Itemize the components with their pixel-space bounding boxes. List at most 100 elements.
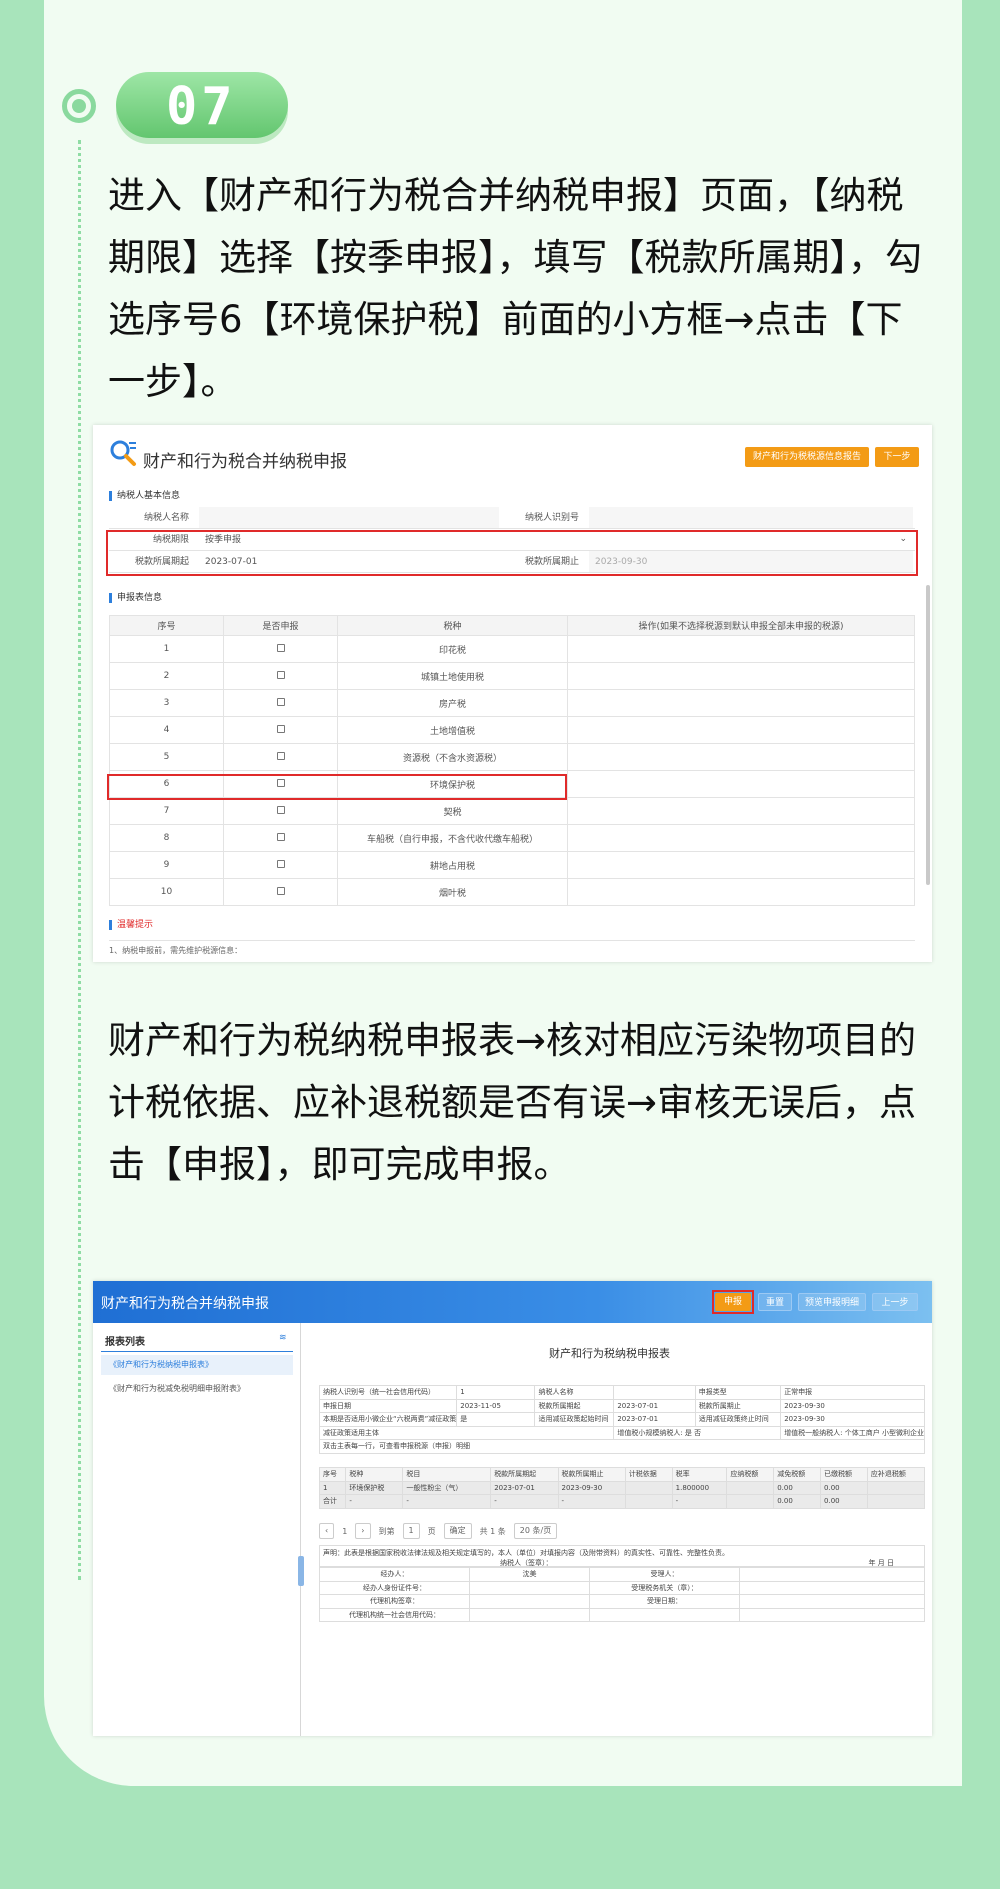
cell: 2023-07-01 [490, 1480, 559, 1495]
step-pill: 07 [116, 72, 288, 138]
header-cell: 税款所属期止 [557, 1467, 626, 1482]
declare-checkbox[interactable] [276, 643, 285, 652]
header-cell: 序号 [318, 1467, 347, 1482]
cell: 减征政策适用主体 [318, 1425, 615, 1440]
screenshot-declaration-form: 财产和行为税合并纳税申报 申报 重置 预览申报明细 上一步 报表列表 ≋ 《财产… [93, 1281, 932, 1736]
dotted-guide [78, 140, 81, 1580]
table-header: 序号 税种 税目 税款所属期起 税款所属期止 计税依据 税率 应纳税额 减免税额 已缴税额 应补退税… [318, 1467, 926, 1482]
collapse-handle[interactable] [298, 1556, 304, 1586]
cell: 申报类型 [694, 1385, 782, 1400]
header-cell: 税款所属期起 [490, 1467, 559, 1482]
declare-checkbox[interactable] [276, 886, 285, 895]
cell: 0.00 [820, 1480, 868, 1495]
tax-type-table: 序号 是否申报 税种 操作(如果不选择税源到默认申报全部未申报的税源) 1 印花税… [109, 615, 915, 906]
sidebar-item-main-form[interactable]: 《财产和行为税纳税申报表》 [101, 1355, 293, 1375]
row-no: 10 [109, 878, 224, 906]
reset-button[interactable]: 重置 [758, 1293, 792, 1311]
small-taxpayer-checkbox-group[interactable]: 增值税小规模纳税人: 是 否 [613, 1425, 782, 1440]
row-action [567, 824, 915, 852]
declare-checkbox[interactable] [276, 751, 285, 760]
tip-title: 温馨提示 [109, 920, 153, 930]
report-list-sidebar: 报表列表 ≋ 《财产和行为税纳税申报表》 《财产和行为税减免税明细申报附表》 [93, 1323, 301, 1736]
prev-step-button[interactable]: 上一步 [872, 1293, 918, 1311]
goto-label: 到第 [378, 1526, 395, 1536]
cell: 受理日期： [589, 1594, 740, 1609]
info-row: 减征政策适用主体 增值税小规模纳税人: 是 否 增值税一般纳税人: 个体工商户 … [318, 1425, 925, 1440]
declare-checkbox[interactable] [276, 670, 285, 679]
tax-source-report-button[interactable]: 财产和行为税税源信息报告 [745, 447, 869, 467]
table-row: 4 土地增值税 [109, 716, 915, 744]
sidebar-divider [101, 1351, 293, 1352]
declare-checkbox[interactable] [276, 859, 285, 868]
header-cell: 税种 [345, 1467, 404, 1482]
cell: 双击主表每一行，可查看申报税源（申报）明细 [319, 1439, 925, 1454]
step-number: 07 [166, 77, 237, 137]
cell: 纳税人名称 [534, 1385, 615, 1400]
cell: 一般性粉尘（气） [402, 1480, 492, 1495]
screenshot-declaration-setup: 财产和行为税合并纳税申报 财产和行为税税源信息报告 下一步 纳税人基本信息 纳税… [93, 425, 932, 962]
cell [726, 1494, 775, 1509]
cell: 1.800000 [671, 1480, 728, 1495]
header-cell: 应纳税额 [726, 1467, 775, 1482]
cell: 1 [456, 1385, 536, 1400]
page-input[interactable]: 1 [402, 1523, 420, 1539]
cell [866, 1494, 926, 1509]
row-tax: 城镇土地使用税 [337, 662, 568, 690]
declare-checkbox[interactable] [276, 805, 285, 814]
sign-row: 经办人身份证件号： 受理税务机关（章）： [319, 1580, 925, 1595]
row-checkbox-cell [223, 824, 338, 852]
info-row: 纳税人识别号（统一社会信用代码） 1 纳税人名称 申报类型 正常申报 [318, 1385, 925, 1400]
window-title: 财产和行为税合并纳税申报 [101, 1296, 269, 1312]
next-step-button[interactable]: 下一步 [875, 447, 919, 467]
row-action [567, 716, 915, 744]
cell [589, 1607, 740, 1622]
cell [624, 1494, 673, 1509]
current-page: 1 [342, 1526, 348, 1536]
general-taxpayer-checkbox-group[interactable]: 增值税一般纳税人: 个体工商户 小型微利企业 [780, 1425, 925, 1440]
name-field[interactable] [199, 507, 499, 528]
row-action [567, 689, 915, 717]
next-page-button[interactable]: › [355, 1523, 371, 1539]
row-no: 1 [109, 635, 224, 663]
instruction-paragraph-2: 财产和行为税纳税申报表→核对相应污染物项目的计税依据、应补退税额是否有误→审核无… [108, 1019, 917, 1186]
row-checkbox-cell [223, 743, 338, 771]
cell [739, 1567, 925, 1582]
cell: 代理机构统一社会信用代码： [319, 1607, 470, 1622]
cell: 适用减征政策终止时间 [694, 1412, 782, 1427]
cell [866, 1480, 926, 1495]
row-taxpayer: 纳税人名称 纳税人识别号 [109, 507, 915, 529]
confirm-page-button[interactable]: 确定 [443, 1523, 472, 1539]
header-no: 序号 [109, 615, 224, 636]
page-size-select[interactable]: 20 条/页 [513, 1523, 558, 1539]
id-field[interactable] [589, 507, 913, 528]
row-checkbox-cell [223, 689, 338, 717]
table-row: 3 房产税 [109, 689, 915, 717]
info-row: 申报日期 2023-11-05 税款所属期起 2023-07-01 税款所属期止 20… [318, 1398, 925, 1413]
total-count: 共 1 条 [479, 1526, 506, 1536]
signature-table: 经办人： 沈美 受理人： 经办人身份证件号： 受理税务机关（章）： 代理机构签章： 受理… [319, 1567, 925, 1622]
header-cell: 税目 [402, 1467, 492, 1482]
cell: 2023-07-01 [613, 1412, 696, 1427]
row-checkbox-cell [223, 851, 338, 879]
cell: 受理税务机关（章）： [589, 1580, 740, 1595]
declare-checkbox[interactable] [276, 832, 285, 841]
row-no: 9 [109, 851, 224, 879]
tip-text: 1、纳税申报前，需先维护税源信息： [109, 940, 915, 956]
cell: 0.00 [773, 1494, 822, 1509]
sidebar-item-relief-form[interactable]: 《财产和行为税减免税明细申报附表》 [101, 1379, 245, 1399]
preview-button[interactable]: 预览申报明细 [798, 1293, 866, 1311]
row-tax: 耕地占用税 [337, 851, 568, 879]
info-row: 本期是否适用小微企业“六税两费”减征政策是 适用减征政策起始时间 2023-07-… [318, 1412, 925, 1427]
declare-checkbox[interactable] [276, 724, 285, 733]
search-doc-icon [110, 440, 136, 466]
table-row[interactable]: 1 环境保护税 一般性粉尘（气） 2023-07-01 2023-09-30 1.8000… [318, 1480, 926, 1495]
cell [726, 1480, 775, 1495]
row-no: 8 [109, 824, 224, 852]
highlight-period-box [106, 530, 918, 576]
table-row: 10 烟叶税 [109, 878, 915, 906]
row-action [567, 635, 915, 663]
declare-checkbox[interactable] [276, 697, 285, 706]
scrollbar[interactable] [926, 585, 930, 885]
section-basic-info: 纳税人基本信息 [109, 491, 180, 501]
prev-page-button[interactable]: ‹ [319, 1523, 335, 1539]
